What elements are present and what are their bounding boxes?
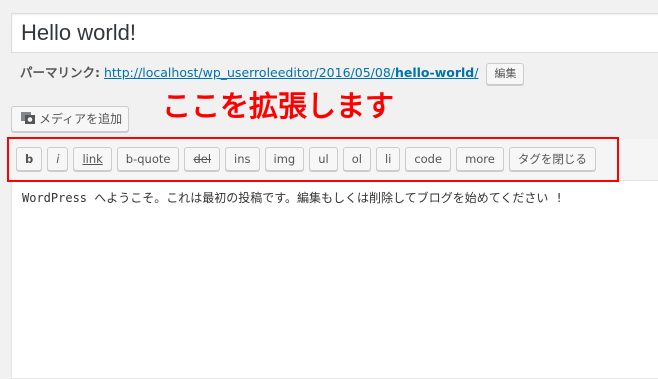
add-media-label: メディアを追加 [39, 112, 123, 126]
post-title-text: Hello world! [21, 20, 136, 45]
permalink-link[interactable]: http://localhost/wp_userroleeditor/2016/… [104, 65, 478, 80]
add-media-button[interactable]: メディアを追加 [11, 106, 129, 132]
permalink-url-slug: hello-world [394, 65, 475, 80]
edit-permalink-button[interactable]: 編集 [486, 62, 525, 85]
editor-content: WordPress へようこそ。これは最初の投稿です。編集もしくは削除してブログ… [22, 191, 563, 205]
media-camera-icon [20, 110, 36, 126]
permalink-url-suffix: / [474, 65, 479, 80]
permalink-label: パーマリンク: [20, 65, 100, 80]
permalink-row: パーマリンク: http://localhost/wp_userroleedit… [20, 62, 525, 85]
permalink-url-prefix: http://localhost/wp_userroleeditor/2016/… [103, 65, 395, 80]
annotation-highlight-box [7, 137, 619, 182]
post-title-input[interactable]: Hello world! [11, 13, 658, 53]
annotation-text: ここを拡張します [162, 89, 395, 123]
